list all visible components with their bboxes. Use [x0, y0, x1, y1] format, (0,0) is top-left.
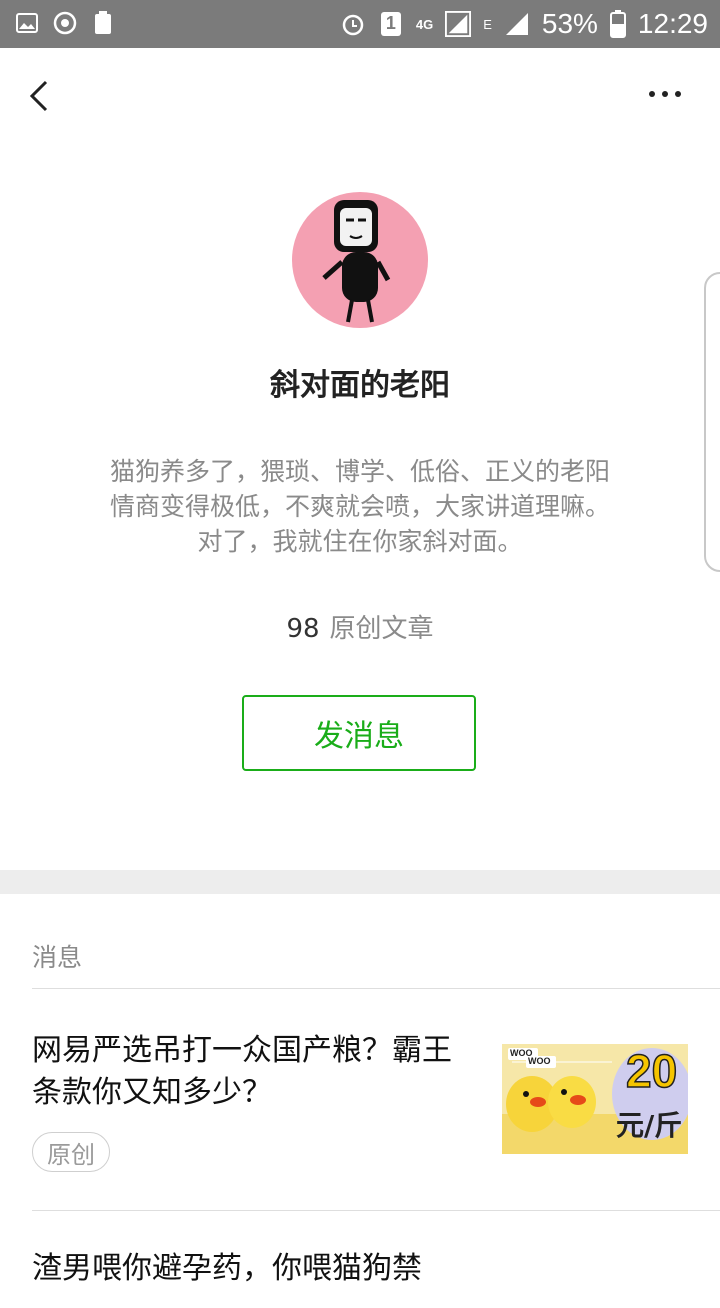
- signal-icon: [445, 11, 472, 37]
- edge-handle: [704, 272, 720, 572]
- divider: [32, 988, 720, 989]
- article-count-label: 原创文章: [329, 614, 434, 644]
- network-e-label: E: [483, 16, 492, 32]
- article-stats: 98 原创文章: [0, 608, 720, 645]
- clock-time: 12:29: [637, 8, 708, 39]
- article-title[interactable]: 渣男喂你避孕药，你喂猫狗禁: [32, 1248, 472, 1290]
- article-title[interactable]: 网易严选吊打一众国产粮？霸王条款你又知多少？: [32, 1030, 462, 1114]
- network-4g-label: 4G: [415, 16, 434, 32]
- alarm-icon: [340, 11, 366, 37]
- sim-icon: 1: [378, 11, 404, 37]
- article-item[interactable]: 网易严选吊打一众国产粮？霸王条款你又知多少？ 原创 WOO WOO 20 元/斤: [32, 1030, 688, 1180]
- recycle-icon: [90, 10, 116, 36]
- thumb-woo-mid: WOO: [528, 1056, 551, 1066]
- section-title: 消息: [32, 943, 83, 972]
- section-divider: [0, 870, 720, 894]
- sim-slot-label: 1: [385, 13, 396, 33]
- top-nav: [0, 48, 720, 144]
- sync-icon: [52, 10, 78, 36]
- thumb-price: 20: [625, 1044, 678, 1098]
- article-count: 98: [286, 614, 320, 644]
- profile-bio: 猫狗养多了，猥琐、博学、低俗、正义的老阳情商变得极低，不爽就会喷，大家讲道理嘛。…: [110, 457, 611, 556]
- original-tag: 原创: [32, 1132, 110, 1172]
- divider: [32, 1210, 720, 1211]
- more-options-icon[interactable]: [640, 82, 690, 106]
- back-icon[interactable]: [20, 76, 60, 116]
- article-item[interactable]: 渣男喂你避孕药，你喂猫狗禁: [32, 1248, 688, 1308]
- profile-name: 斜对面的老阳: [270, 368, 450, 403]
- battery-icon: [609, 10, 626, 38]
- send-message-button[interactable]: 发消息: [242, 695, 476, 771]
- battery-percent: 53%: [541, 8, 598, 39]
- thumb-unit: 元/斤: [616, 1109, 683, 1142]
- article-thumbnail[interactable]: WOO WOO 20 元/斤: [502, 1044, 688, 1154]
- cartoon-figure-icon: [322, 200, 391, 323]
- status-bar: 1 4G E 53% 12:29: [0, 0, 720, 48]
- signal-bars-icon: [504, 11, 530, 37]
- avatar: [292, 192, 428, 328]
- gallery-icon: [14, 10, 40, 36]
